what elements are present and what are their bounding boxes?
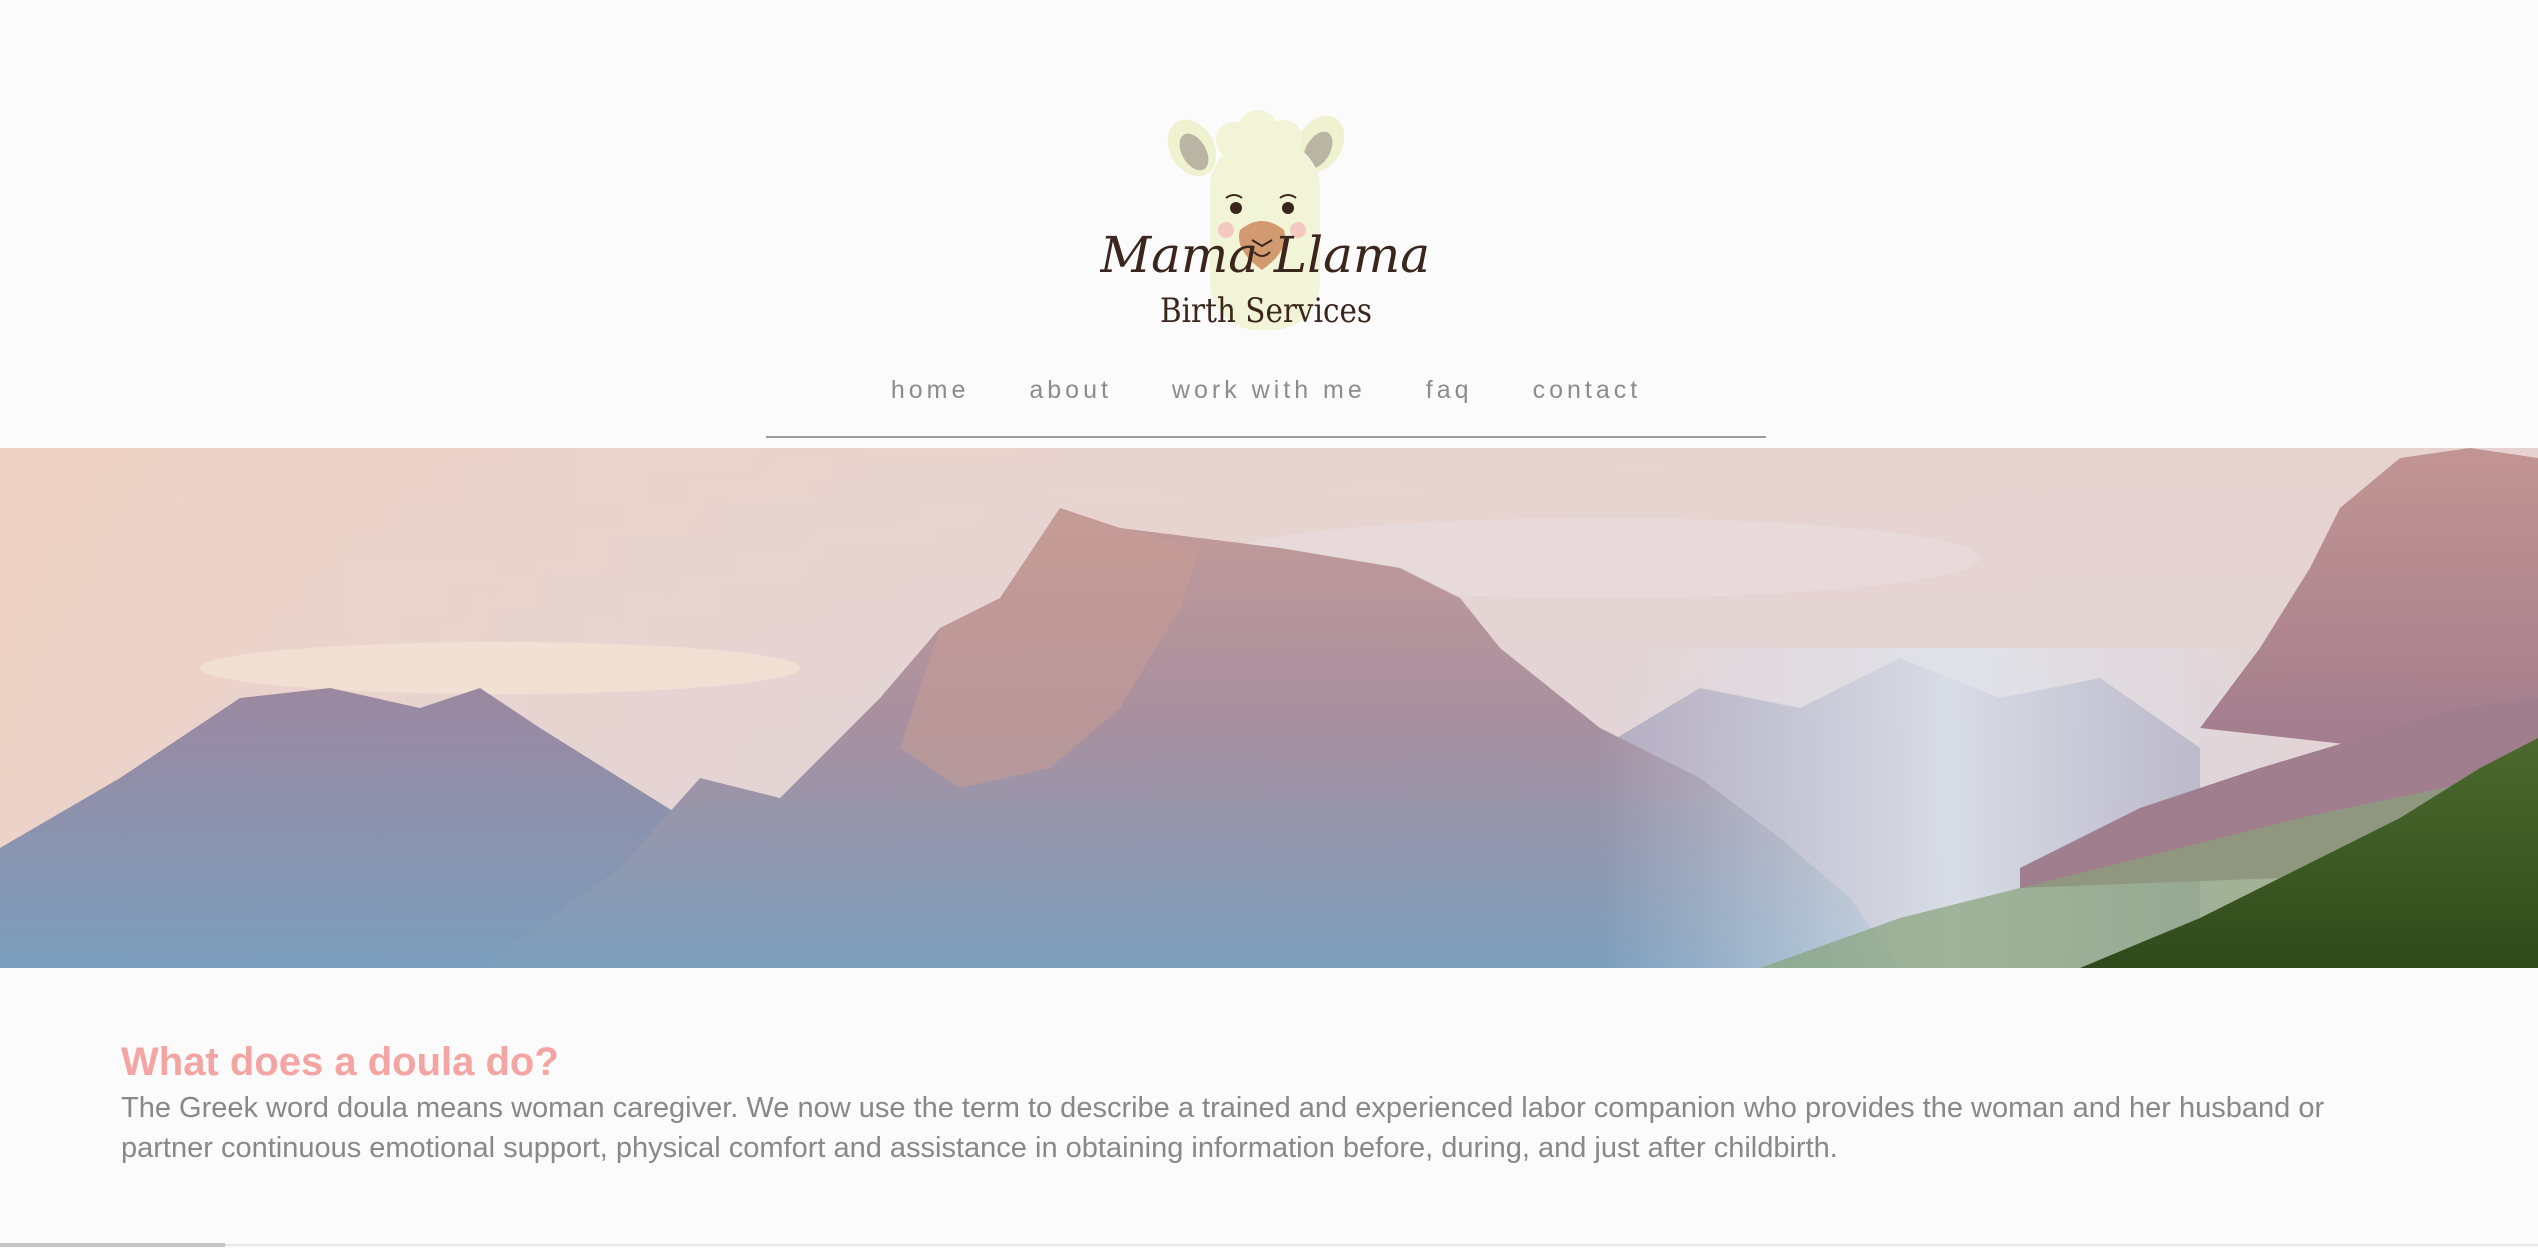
nav-item-faq[interactable]: faq (1396, 360, 1503, 405)
site-logo[interactable]: Mama Llama Birth Services (1100, 100, 1430, 340)
doula-section: What does a doula do? The Greek word dou… (121, 1036, 2421, 1168)
logo-script-text: Mama Llama (1100, 226, 1430, 284)
nav-item-contact[interactable]: contact (1503, 360, 1672, 405)
hero-image (0, 448, 2538, 968)
bottom-divider (0, 1244, 2538, 1246)
logo-caps-text: Birth Services (1160, 291, 1372, 331)
nav-item-home[interactable]: home (861, 360, 1000, 405)
main-nav: home about work with me faq contact (766, 360, 1766, 438)
nav-item-work-with-me[interactable]: work with me (1142, 360, 1396, 405)
section-body: The Greek word doula means woman caregiv… (121, 1092, 2325, 1164)
llama-logo-graphic: Mama Llama Birth Services (1100, 110, 1430, 331)
page: Mama Llama Birth Services home about wor… (0, 0, 2538, 1248)
scrollbar-thumb[interactable] (0, 1243, 225, 1247)
nav-item-about[interactable]: about (999, 360, 1142, 405)
section-heading: What does a doula do? (121, 1040, 559, 1084)
